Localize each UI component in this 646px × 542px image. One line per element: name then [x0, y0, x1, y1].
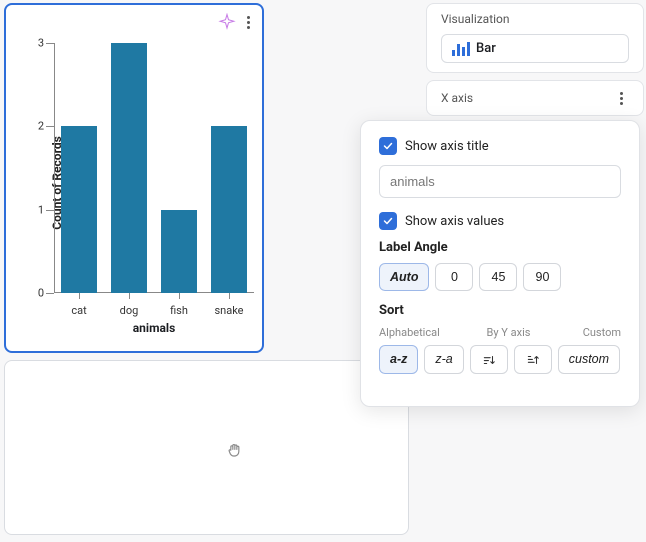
- bar-chart-icon: [452, 42, 470, 56]
- show-axis-title-checkbox[interactable]: [379, 137, 397, 155]
- x-tick-label: snake: [211, 304, 247, 317]
- label-angle-option-0[interactable]: 0: [435, 263, 473, 291]
- sort-y-asc-button[interactable]: [470, 345, 508, 374]
- show-axis-values-label: Show axis values: [405, 214, 504, 229]
- chart-plot: Count of Records 0123catdogfishsnakeanim…: [12, 33, 256, 333]
- chart-more-options-icon[interactable]: [240, 14, 256, 30]
- sort-za-button[interactable]: z-a: [424, 345, 463, 374]
- sort-column-headers: Alphabetical By Y axis Custom: [379, 326, 621, 339]
- chart-bar[interactable]: [161, 210, 197, 293]
- show-axis-values-checkbox[interactable]: [379, 212, 397, 230]
- sort-button-group: a-z z-a custom: [379, 345, 621, 374]
- sparkle-ai-icon[interactable]: [218, 13, 236, 31]
- chart-bar[interactable]: [111, 43, 147, 293]
- y-tick-label: 0: [28, 287, 44, 300]
- bar-group: [54, 43, 254, 293]
- label-angle-button-group: Auto04590: [379, 263, 621, 291]
- visualization-section: Visualization Bar: [426, 3, 644, 73]
- show-axis-title-label: Show axis title: [405, 139, 489, 154]
- grab-cursor-icon: [225, 441, 245, 465]
- x-tick-label: cat: [61, 304, 97, 317]
- y-tick: [46, 293, 54, 294]
- chart-toolbar: [12, 11, 256, 33]
- y-tick: [46, 43, 54, 44]
- y-tick: [46, 126, 54, 127]
- sort-az-button[interactable]: a-z: [379, 345, 418, 374]
- sort-title: Sort: [379, 303, 621, 318]
- x-axis-more-options-icon[interactable]: [613, 90, 629, 106]
- x-axis-section-title: X axis: [441, 91, 473, 105]
- visualization-section-title: Visualization: [441, 12, 629, 26]
- label-angle-option-90[interactable]: 90: [523, 263, 561, 291]
- chart-bar[interactable]: [61, 126, 97, 293]
- x-axis-settings-popover: Show axis title Show axis values Label A…: [360, 120, 640, 407]
- chart-bar[interactable]: [211, 126, 247, 293]
- x-tick-label: fish: [161, 304, 197, 317]
- axis-title-input[interactable]: [379, 165, 621, 198]
- label-angle-option-auto[interactable]: Auto: [379, 263, 429, 291]
- x-tick-label: dog: [111, 304, 147, 317]
- x-axis-section[interactable]: X axis: [426, 80, 644, 116]
- label-angle-option-45[interactable]: 45: [479, 263, 517, 291]
- y-tick-label: 1: [28, 203, 44, 216]
- chart-card: Count of Records 0123catdogfishsnakeanim…: [4, 3, 264, 353]
- visualization-type-label: Bar: [476, 41, 496, 56]
- y-tick-label: 2: [28, 120, 44, 133]
- empty-canvas-card[interactable]: [4, 360, 409, 535]
- chart-x-axis-label: animals: [54, 321, 254, 335]
- y-tick: [46, 210, 54, 211]
- visualization-type-select[interactable]: Bar: [441, 34, 629, 63]
- sort-y-desc-button[interactable]: [514, 345, 552, 374]
- sort-custom-button[interactable]: custom: [558, 345, 620, 374]
- x-tick-labels: cat dog fish snake: [54, 304, 254, 317]
- y-tick-label: 3: [28, 37, 44, 50]
- label-angle-title: Label Angle: [379, 240, 621, 255]
